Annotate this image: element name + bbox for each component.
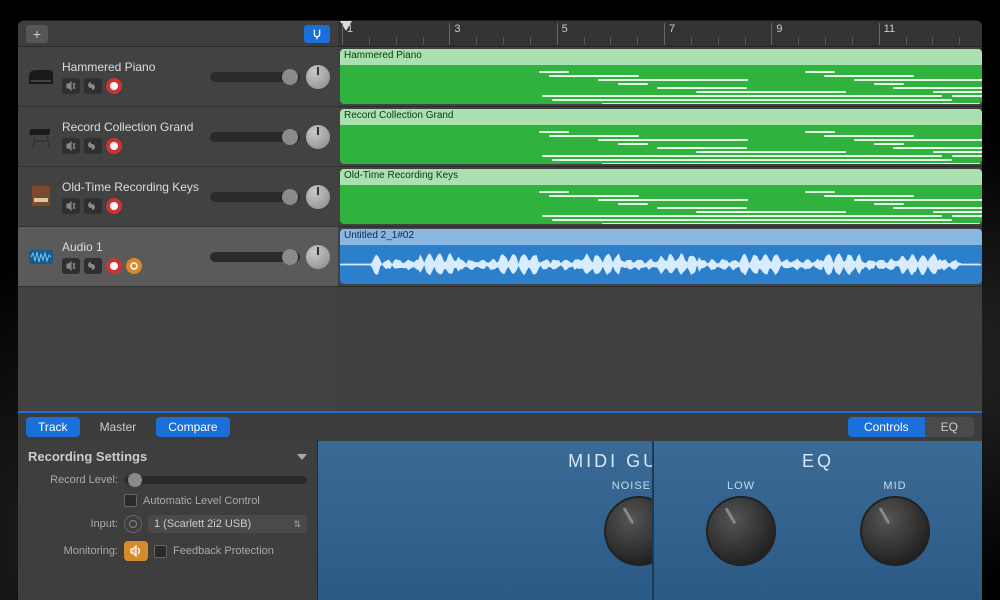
eq-band-label: LOW <box>706 480 776 492</box>
midi-region[interactable]: Record Collection Grand <box>340 109 982 164</box>
track-name: Audio 1 <box>62 240 204 254</box>
volume-slider[interactable] <box>210 252 300 262</box>
input-monitoring-toggle[interactable] <box>304 25 330 43</box>
speaker-icon <box>129 545 143 557</box>
track-row[interactable]: Hammered Piano <box>18 47 338 107</box>
mute-button[interactable] <box>62 258 80 274</box>
input-value: 1 (Scarlett 2i2 USB) <box>154 518 251 530</box>
ruler-bar: 3 <box>449 23 460 45</box>
region-label: Untitled 2_1#02 <box>340 229 982 245</box>
arrange-area[interactable]: 1 3 5 7 9 11 Hammered Piano Record Collection … <box>338 21 982 411</box>
pan-knob[interactable] <box>306 125 330 149</box>
region-lane[interactable]: Hammered Piano <box>338 47 982 107</box>
solo-button[interactable] <box>84 198 102 214</box>
track-name: Hammered Piano <box>62 60 204 74</box>
tracks-panel: + Hammered Piano Record Collection Grand <box>18 21 338 411</box>
timeline-ruler[interactable]: 1 3 5 7 9 11 <box>338 21 982 47</box>
record-enable-button[interactable] <box>106 138 122 154</box>
monitoring-label: Monitoring: <box>28 545 118 557</box>
record-level-slider[interactable] <box>124 476 307 484</box>
ruler-bar: 5 <box>557 23 568 45</box>
tab-compare[interactable]: Compare <box>156 417 229 437</box>
waveform-icon <box>26 242 56 272</box>
recording-settings: Recording Settings Record Level: Automat… <box>18 441 318 600</box>
region-lane[interactable]: Record Collection Grand <box>338 107 982 167</box>
auto-level-checkbox[interactable] <box>124 494 137 507</box>
feedback-protection-label: Feedback Protection <box>173 545 274 557</box>
mute-button[interactable] <box>62 198 80 214</box>
pan-knob[interactable] <box>306 185 330 209</box>
add-track-button[interactable]: + <box>26 25 48 43</box>
track-row[interactable]: Old-Time Recording Keys <box>18 167 338 227</box>
track-name: Record Collection Grand <box>62 120 204 134</box>
ruler-bar: 7 <box>664 23 675 45</box>
eq-section: EQ LOW MID <box>652 441 982 600</box>
eq-title: EQ <box>654 441 982 472</box>
inspector-body: Recording Settings Record Level: Automat… <box>18 441 982 600</box>
solo-button[interactable] <box>84 138 102 154</box>
ruler-bar: 9 <box>771 23 782 45</box>
updown-icon: ⇅ <box>293 519 301 530</box>
input-label: Input: <box>28 518 118 530</box>
audio-region[interactable]: Untitled 2_1#02 <box>340 229 982 284</box>
track-name: Old-Time Recording Keys <box>62 180 204 194</box>
smart-controls: MIDI GUITAR 2 NOISE GATE EQ LOWMID <box>318 441 982 600</box>
midi-region[interactable]: Old-Time Recording Keys <box>340 169 982 224</box>
input-select[interactable]: 1 (Scarlett 2i2 USB) ⇅ <box>148 515 307 533</box>
input-mode-button[interactable] <box>124 515 142 533</box>
tab-controls[interactable]: Controls <box>848 417 925 437</box>
region-lane[interactable]: Old-Time Recording Keys <box>338 167 982 227</box>
keyboard-icon <box>26 122 56 152</box>
record-enable-button[interactable] <box>106 198 122 214</box>
solo-button[interactable] <box>84 258 102 274</box>
upright-piano-icon <box>26 182 56 212</box>
record-enable-button[interactable] <box>106 258 122 274</box>
record-level-label: Record Level: <box>28 474 118 486</box>
tab-master[interactable]: Master <box>88 417 149 437</box>
volume-slider[interactable] <box>210 132 300 142</box>
pan-knob[interactable] <box>306 245 330 269</box>
inspector-tabs: Track Master Compare Controls EQ <box>18 413 982 441</box>
tracks-header: + <box>18 21 338 47</box>
track-row[interactable]: Audio 1 <box>18 227 338 287</box>
eq-knob[interactable] <box>860 496 930 566</box>
eq-knob[interactable] <box>706 496 776 566</box>
solo-button[interactable] <box>84 78 102 94</box>
region-label: Hammered Piano <box>340 49 982 65</box>
tab-track[interactable]: Track <box>26 417 80 437</box>
ruler-bar: 1 <box>342 23 353 45</box>
chevron-down-icon[interactable] <box>297 454 307 460</box>
inspector-panel: Track Master Compare Controls EQ Recordi… <box>18 411 982 600</box>
pan-knob[interactable] <box>306 65 330 89</box>
recording-settings-title: Recording Settings <box>28 449 147 464</box>
region-label: Old-Time Recording Keys <box>340 169 982 185</box>
track-row[interactable]: Record Collection Grand <box>18 107 338 167</box>
eq-band-label: MID <box>860 480 930 492</box>
tab-eq[interactable]: EQ <box>925 417 974 437</box>
auto-level-label: Automatic Level Control <box>143 495 260 507</box>
tuning-fork-icon <box>310 28 324 40</box>
piano-icon <box>26 62 56 92</box>
region-label: Record Collection Grand <box>340 109 982 125</box>
volume-slider[interactable] <box>210 72 300 82</box>
feedback-protection-checkbox[interactable] <box>154 545 167 558</box>
monitoring-button[interactable] <box>124 541 148 561</box>
input-monitor-button[interactable] <box>126 258 142 274</box>
daw-window: + Hammered Piano Record Collection Grand <box>18 20 982 600</box>
midi-region[interactable]: Hammered Piano <box>340 49 982 104</box>
mute-button[interactable] <box>62 138 80 154</box>
workspace: + Hammered Piano Record Collection Grand <box>18 21 982 411</box>
record-enable-button[interactable] <box>106 78 122 94</box>
region-lane[interactable]: Untitled 2_1#02 <box>338 227 982 287</box>
ruler-bar: 11 <box>879 23 895 45</box>
mute-button[interactable] <box>62 78 80 94</box>
volume-slider[interactable] <box>210 192 300 202</box>
